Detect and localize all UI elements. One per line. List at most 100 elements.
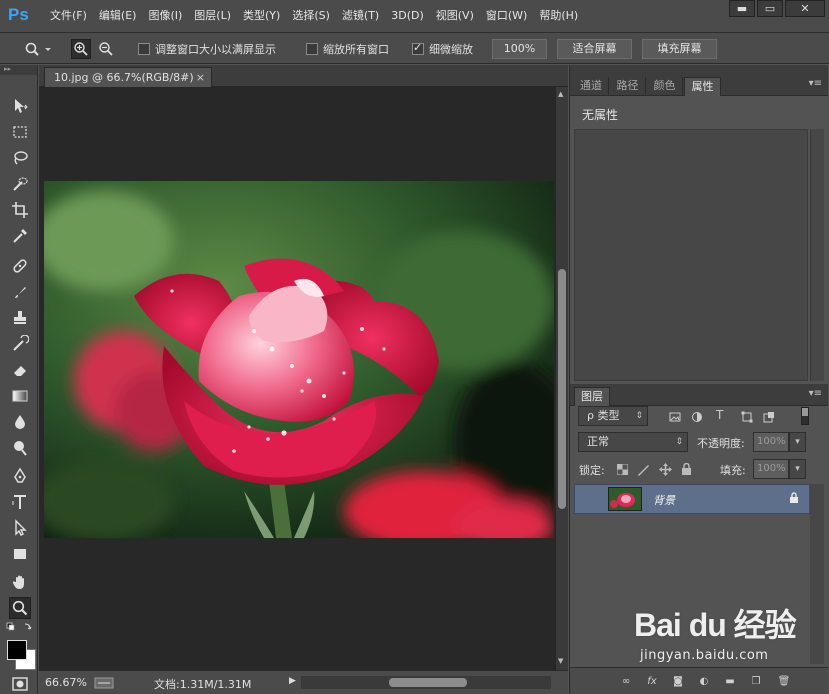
menu-window[interactable]: 窗口(W) bbox=[480, 8, 533, 24]
quick-selection-tool-icon[interactable] bbox=[9, 173, 31, 195]
lock-icon[interactable] bbox=[789, 492, 799, 507]
rectangle-tool-icon[interactable] bbox=[9, 543, 31, 565]
dock-header[interactable] bbox=[570, 65, 828, 74]
marquee-tool-icon[interactable] bbox=[9, 121, 31, 143]
menu-type[interactable]: 类型(Y) bbox=[237, 8, 286, 24]
foreground-color-swatch[interactable] bbox=[7, 640, 27, 660]
layer-row-background[interactable]: 背景 bbox=[574, 484, 810, 514]
minimize-button[interactable]: ▬ bbox=[729, 0, 755, 17]
menu-view[interactable]: 视图(V) bbox=[430, 8, 480, 24]
default-colors-icon[interactable] bbox=[6, 622, 36, 634]
eraser-tool-icon[interactable] bbox=[9, 359, 31, 381]
fill-screen-button[interactable]: 填充屏幕 bbox=[642, 38, 717, 59]
lock-move-icon[interactable] bbox=[659, 463, 672, 476]
link-layers-icon[interactable]: ∞ bbox=[618, 674, 634, 688]
move-tool-icon[interactable] bbox=[9, 95, 31, 117]
new-layer-icon[interactable]: ❐ bbox=[748, 674, 764, 688]
tab-channels[interactable]: 通道 bbox=[574, 77, 609, 96]
path-selection-tool-icon[interactable] bbox=[9, 517, 31, 539]
horizontal-scrollbar[interactable] bbox=[301, 676, 551, 689]
filter-pixel-icon[interactable] bbox=[669, 411, 681, 423]
resize-windows-option[interactable]: 调整窗口大小以满屏显示 bbox=[138, 33, 276, 64]
delete-layer-icon[interactable]: 🗑 bbox=[776, 674, 792, 688]
pen-tool-icon[interactable] bbox=[9, 465, 31, 487]
zoom-in-icon[interactable] bbox=[71, 38, 91, 59]
tools-panel-header[interactable]: ▸▸ bbox=[0, 65, 37, 75]
tab-properties[interactable]: 属性 bbox=[684, 77, 721, 96]
canvas-area[interactable] bbox=[39, 87, 555, 670]
scrubby-zoom-option[interactable]: 细微缩放 bbox=[412, 33, 473, 64]
actual-pixels-button[interactable]: 100% bbox=[492, 38, 547, 59]
opacity-input[interactable]: 100% bbox=[753, 432, 789, 452]
menu-layer[interactable]: 图层(L) bbox=[188, 8, 237, 24]
blend-mode-select[interactable]: 正常 ⇕ bbox=[578, 432, 688, 452]
layers-menu-icon[interactable]: ▾≡ bbox=[809, 388, 822, 399]
eyedropper-tool-icon[interactable] bbox=[9, 225, 31, 247]
zoom-all-checkbox[interactable] bbox=[306, 42, 318, 55]
maximize-button[interactable]: ▭ bbox=[757, 0, 783, 17]
layer-thumbnail bbox=[608, 487, 642, 511]
resize-windows-checkbox[interactable] bbox=[138, 42, 150, 55]
vertical-scroll-thumb[interactable] bbox=[558, 269, 566, 509]
status-menu-arrow-icon[interactable]: ▶ bbox=[289, 676, 296, 686]
panel-menu-icon[interactable]: ▾≡ bbox=[809, 78, 822, 89]
filter-adjustment-icon[interactable] bbox=[691, 411, 703, 423]
fill-input[interactable]: 100% bbox=[753, 459, 789, 479]
filter-toggle[interactable] bbox=[801, 407, 809, 425]
document-tab[interactable]: 10.jpg @ 66.7%(RGB/8#) × bbox=[44, 67, 212, 87]
zoom-out-icon[interactable] bbox=[96, 39, 116, 59]
new-group-icon[interactable]: ▬ bbox=[722, 674, 738, 688]
quick-mask-icon[interactable] bbox=[9, 673, 31, 694]
menu-help[interactable]: 帮助(H) bbox=[533, 8, 584, 24]
hand-tool-icon[interactable] bbox=[9, 571, 31, 593]
rose-photo[interactable] bbox=[44, 181, 554, 538]
vertical-scrollbar[interactable]: ▲ ▼ bbox=[555, 87, 568, 670]
lock-transparent-icon[interactable] bbox=[617, 464, 628, 475]
dodge-tool-icon[interactable] bbox=[9, 437, 31, 459]
layer-name[interactable]: 背景 bbox=[653, 492, 675, 508]
layers-scrollbar[interactable] bbox=[810, 484, 824, 664]
tab-color[interactable]: 颜色 bbox=[647, 77, 683, 96]
layer-filter-select[interactable]: ρ 类型 ⇕ bbox=[578, 406, 648, 426]
adjustment-layer-icon[interactable]: ◐ bbox=[696, 674, 712, 688]
tab-layers[interactable]: 图层 bbox=[574, 387, 610, 406]
menu-3d[interactable]: 3D(D) bbox=[385, 8, 430, 24]
filter-smart-object-icon[interactable] bbox=[763, 411, 775, 423]
filter-shape-icon[interactable] bbox=[741, 411, 753, 423]
close-button[interactable]: ✕ bbox=[785, 0, 825, 17]
menu-edit[interactable]: 编辑(E) bbox=[93, 8, 143, 24]
scroll-down-icon[interactable]: ▼ bbox=[558, 657, 563, 665]
zoom-level[interactable]: 66.67% bbox=[45, 676, 87, 689]
type-tool-icon[interactable] bbox=[9, 491, 31, 513]
lock-all-icon[interactable] bbox=[681, 463, 692, 476]
layer-mask-icon[interactable]: ◙ bbox=[670, 674, 686, 688]
healing-brush-tool-icon[interactable] bbox=[9, 255, 31, 277]
menu-file[interactable]: 文件(F) bbox=[44, 8, 93, 24]
zoom-tool-icon[interactable] bbox=[9, 597, 31, 619]
gradient-tool-icon[interactable] bbox=[9, 385, 31, 407]
history-brush-tool-icon[interactable] bbox=[9, 333, 31, 355]
status-export-icon[interactable] bbox=[94, 677, 114, 689]
menu-select[interactable]: 选择(S) bbox=[286, 8, 336, 24]
fit-screen-button[interactable]: 适合屏幕 bbox=[557, 38, 632, 59]
tab-paths[interactable]: 路径 bbox=[610, 77, 646, 96]
properties-scrollbar[interactable] bbox=[810, 129, 824, 381]
clone-stamp-tool-icon[interactable] bbox=[9, 307, 31, 329]
layer-style-icon[interactable]: fx bbox=[644, 674, 660, 688]
zoom-all-option[interactable]: 缩放所有窗口 bbox=[306, 33, 389, 64]
close-icon[interactable]: × bbox=[196, 68, 205, 87]
menu-filter[interactable]: 滤镜(T) bbox=[336, 8, 385, 24]
lock-paint-icon[interactable] bbox=[637, 463, 650, 476]
menu-image[interactable]: 图像(I) bbox=[142, 8, 188, 24]
scroll-up-icon[interactable]: ▲ bbox=[558, 90, 563, 98]
opacity-dropdown-icon[interactable]: ▾ bbox=[789, 432, 806, 452]
filter-type-icon[interactable]: T bbox=[716, 408, 723, 422]
horizontal-scroll-thumb[interactable] bbox=[389, 678, 467, 687]
blur-tool-icon[interactable] bbox=[9, 411, 31, 433]
scrubby-zoom-checkbox[interactable] bbox=[412, 41, 424, 55]
crop-tool-icon[interactable] bbox=[9, 199, 31, 221]
zoom-tool-preset[interactable] bbox=[24, 33, 54, 64]
fill-dropdown-icon[interactable]: ▾ bbox=[789, 459, 806, 479]
brush-tool-icon[interactable] bbox=[9, 281, 31, 303]
lasso-tool-icon[interactable] bbox=[9, 147, 31, 169]
